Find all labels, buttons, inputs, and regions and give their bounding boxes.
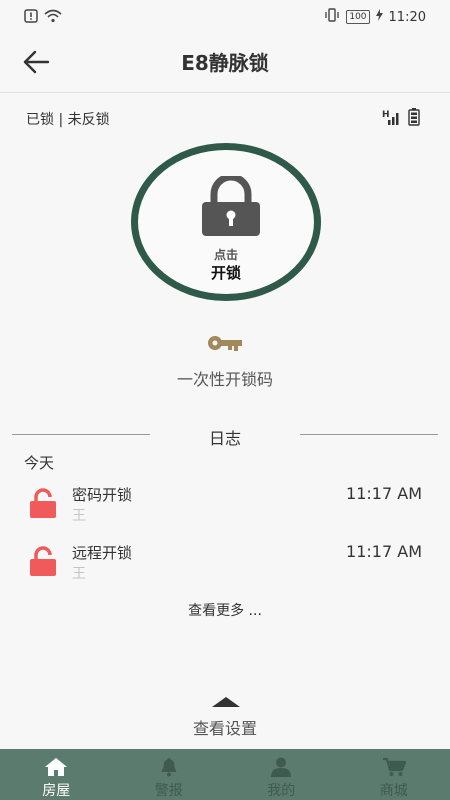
alert-icon <box>24 8 38 27</box>
view-more-link[interactable]: 查看更多 ... <box>0 600 450 620</box>
nav-profile[interactable]: 我的 <box>225 749 338 800</box>
device-battery-icon <box>408 108 420 130</box>
bell-icon <box>161 758 177 777</box>
svg-text:H: H <box>382 110 390 120</box>
divider <box>300 434 438 435</box>
log-entry-user: 王 <box>72 566 86 582</box>
wifi-icon <box>44 8 62 27</box>
unlock-button[interactable]: 点击 开锁 <box>131 143 321 301</box>
lock-icon <box>202 176 260 236</box>
unlock-label: 开锁 <box>210 264 241 282</box>
tap-label: 点击 <box>213 248 238 262</box>
log-entry: 远程开锁 王 11:17 AM <box>0 540 450 590</box>
nav-label: 房屋 <box>42 783 71 799</box>
unlocked-icon <box>30 488 56 518</box>
caret-up-icon[interactable] <box>212 697 240 707</box>
unlocked-icon <box>30 546 56 576</box>
log-entry: 密码开锁 王 11:17 AM <box>0 482 450 532</box>
one-time-code-link[interactable]: 一次性开锁码 <box>0 366 450 390</box>
log-entry-event: 远程开锁 <box>72 544 133 562</box>
person-icon <box>271 757 292 777</box>
signal-icon: H <box>382 108 402 130</box>
view-settings-button[interactable]: 查看设置 <box>0 715 450 739</box>
nav-alerts[interactable]: 警报 <box>113 749 226 800</box>
lock-status-text: 已锁 | 未反锁 <box>26 112 110 128</box>
log-entry-user: 王 <box>72 508 86 524</box>
vibrate-icon <box>324 8 340 26</box>
nav-shop[interactable]: 商城 <box>338 749 450 800</box>
key-icon[interactable] <box>207 334 243 354</box>
log-entry-event: 密码开锁 <box>72 486 133 504</box>
status-time: 11:20 <box>388 9 426 25</box>
log-title: 日志 <box>208 429 241 448</box>
nav-home[interactable]: 房屋 <box>0 749 113 800</box>
charging-icon <box>375 9 383 25</box>
app-bar: E8静脉锁 <box>0 32 450 93</box>
bottom-nav: 房屋 警报 我的 商城 <box>0 749 450 800</box>
nav-label: 商城 <box>379 783 408 799</box>
nav-label: 我的 <box>267 783 296 799</box>
cart-icon <box>382 757 406 776</box>
log-day-label: 今天 <box>24 454 55 472</box>
battery-level: 100 <box>346 10 370 24</box>
home-icon <box>45 758 68 776</box>
nav-label: 警报 <box>154 783 183 799</box>
log-entry-time: 11:17 AM <box>346 542 422 561</box>
status-bar: 100 11:20 <box>0 0 450 32</box>
page-title: E8静脉锁 <box>181 51 269 75</box>
log-entry-time: 11:17 AM <box>346 484 422 503</box>
